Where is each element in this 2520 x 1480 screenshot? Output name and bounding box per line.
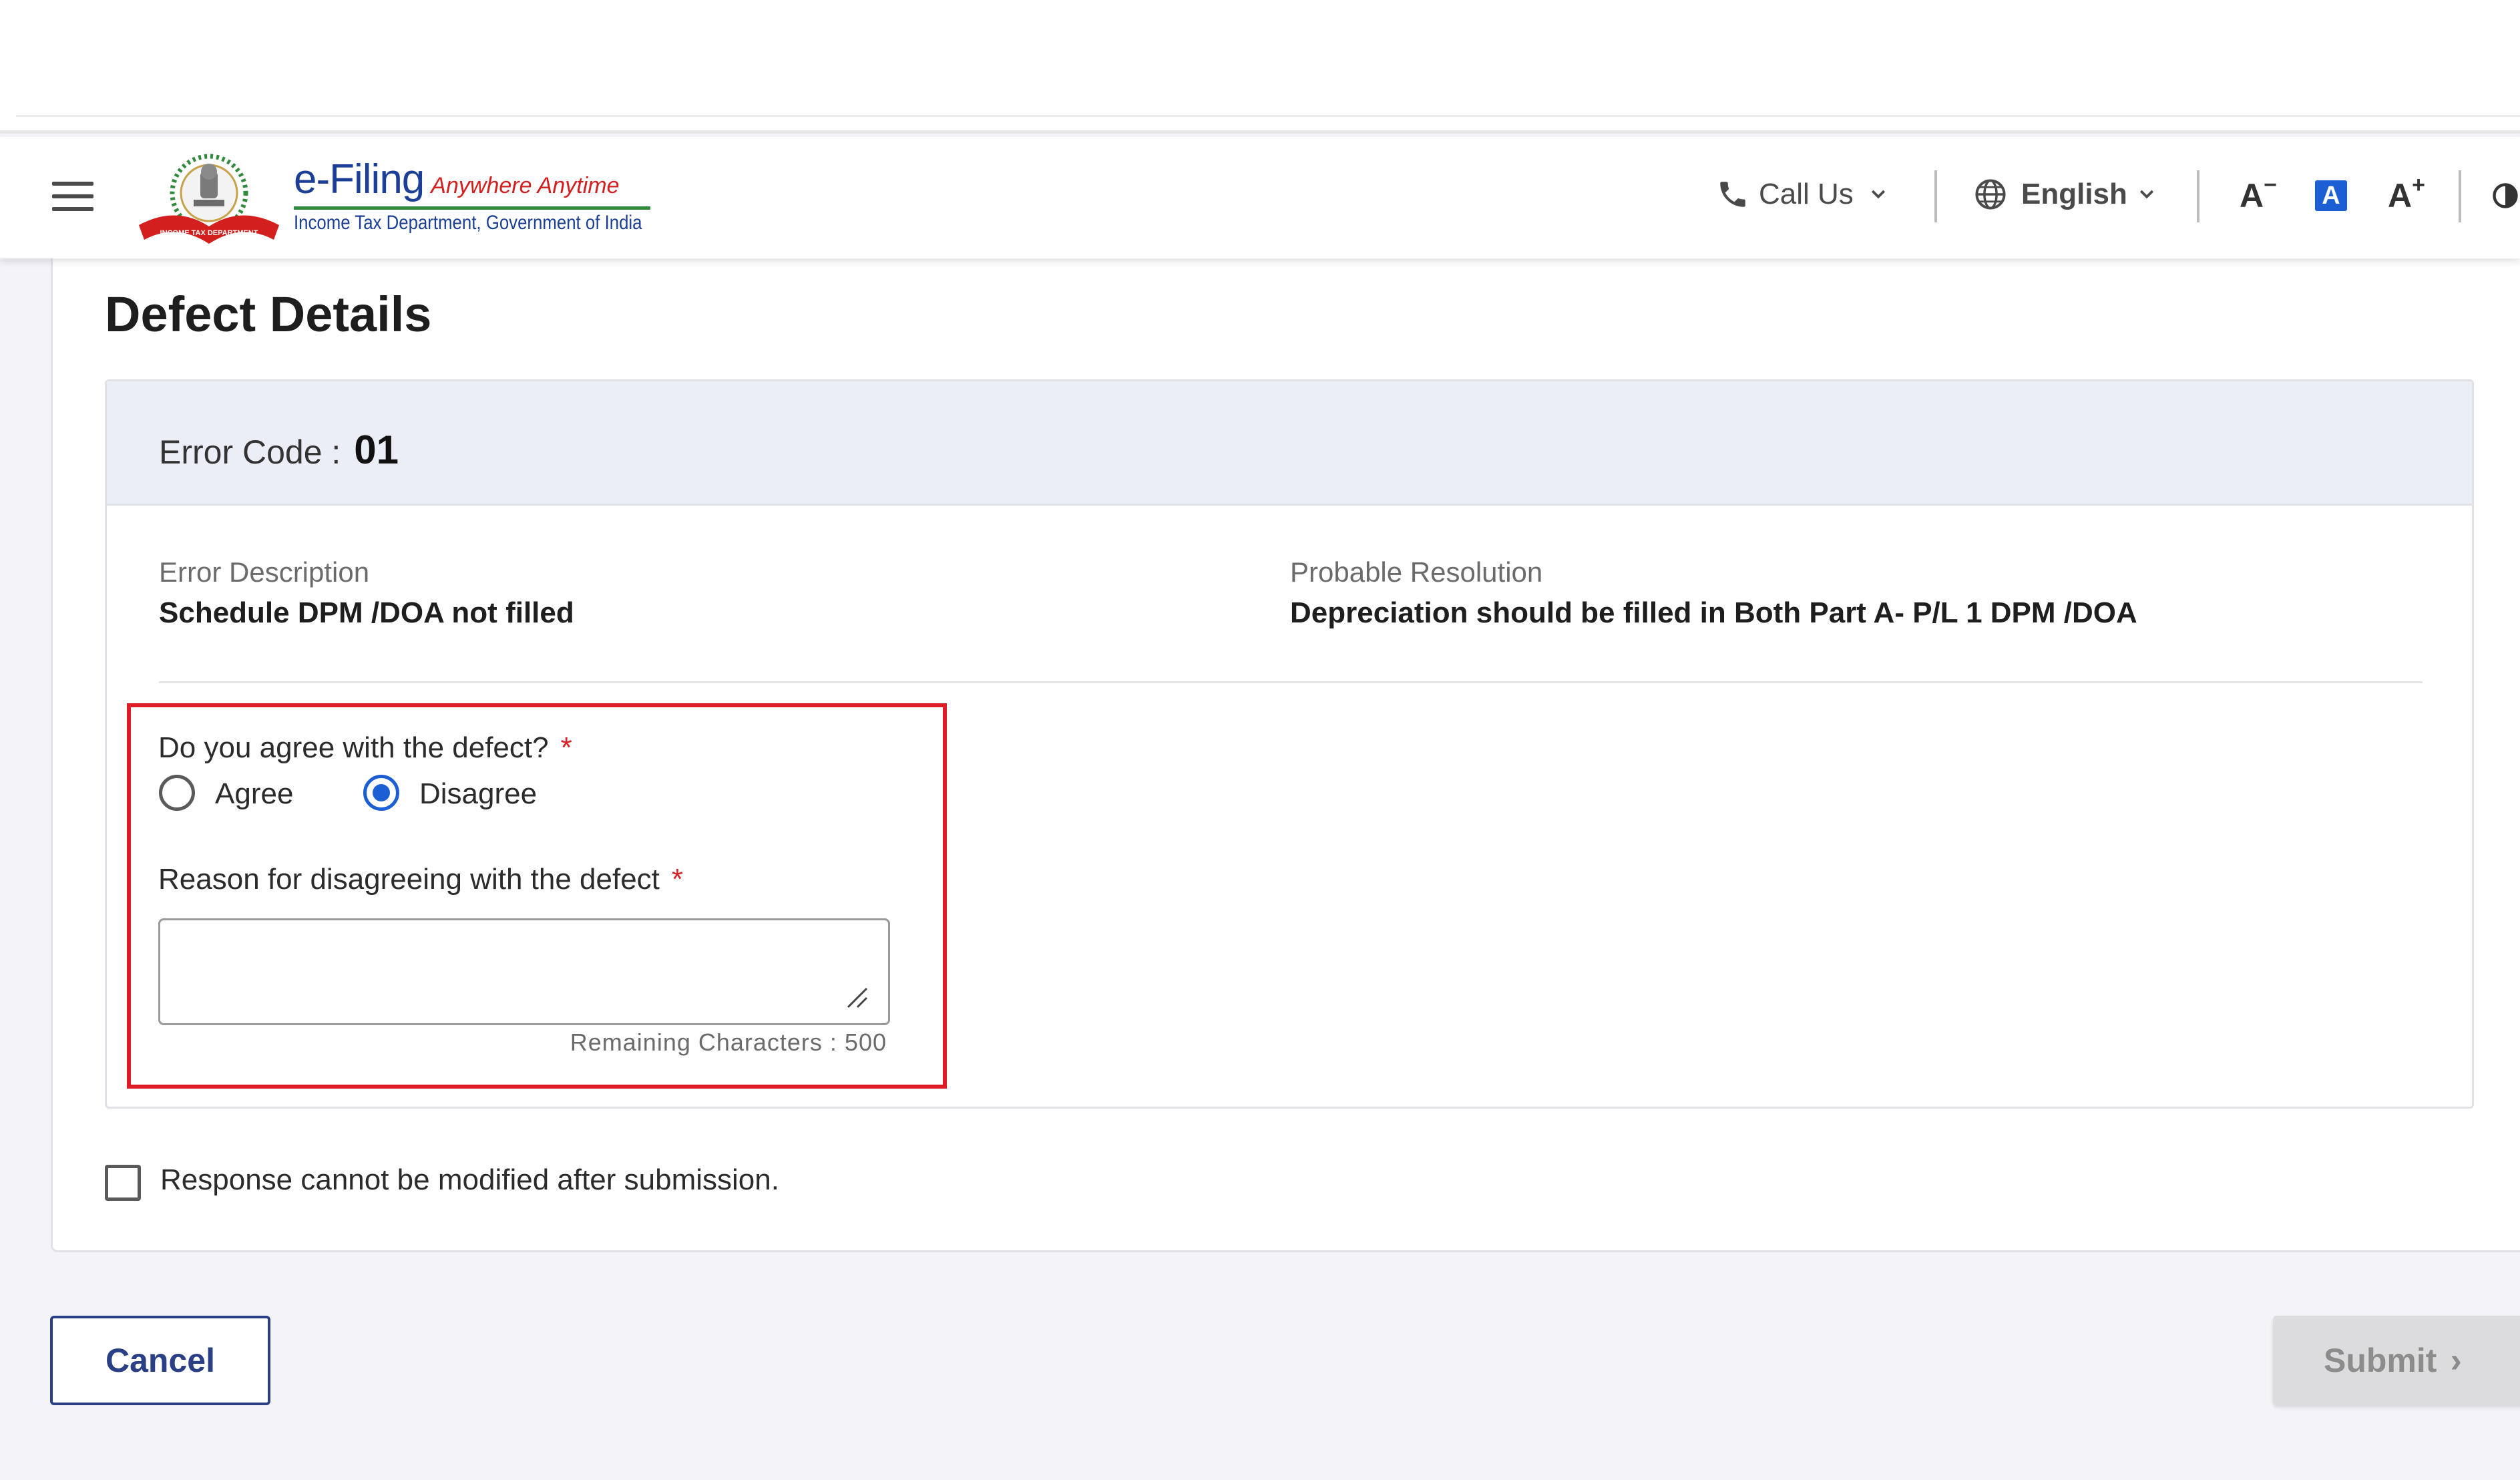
agree-question: Do you agree with the defect? * — [158, 731, 572, 765]
header-separator — [2459, 170, 2461, 222]
plus-icon: + — [2412, 172, 2425, 198]
brand-subtitle: Income Tax Department, Government of Ind… — [294, 212, 642, 234]
font-decrease-button[interactable]: A − — [2237, 172, 2280, 217]
call-us-dropdown[interactable]: Call Us — [1716, 174, 1888, 214]
menu-icon[interactable] — [52, 182, 93, 211]
brand-underline — [294, 206, 650, 210]
globe-icon — [1973, 177, 2008, 212]
header-separator — [1934, 170, 1937, 222]
required-asterisk: * — [560, 731, 572, 764]
font-decrease-label: A — [2240, 177, 2264, 214]
font-increase-label: A — [2388, 177, 2412, 214]
agree-question-label: Do you agree with the defect? — [158, 731, 549, 764]
contrast-icon — [2491, 181, 2520, 210]
disagree-radio-label[interactable]: Disagree — [419, 777, 537, 811]
reason-question: Reason for disagreeing with the defect * — [158, 863, 683, 896]
submit-label: Submit — [2324, 1342, 2437, 1379]
divider — [159, 681, 2423, 683]
error-description-value: Schedule DPM /DOA not filled — [159, 596, 574, 629]
brand-name: e-Filing — [294, 156, 425, 202]
minus-icon: − — [2264, 172, 2277, 198]
confirm-checkbox[interactable] — [105, 1165, 141, 1201]
submit-button[interactable]: Submit › — [2273, 1316, 2520, 1405]
reason-label: Reason for disagreeing with the defect — [158, 863, 660, 896]
error-description-label: Error Description — [159, 556, 370, 588]
defect-card-header: Error Code : 01 — [107, 381, 2472, 506]
phone-icon — [1716, 178, 1749, 211]
font-default-label: A — [2315, 180, 2347, 211]
agree-radio-label[interactable]: Agree — [215, 777, 293, 811]
remaining-characters: Remaining Characters : 500 — [570, 1029, 887, 1056]
probable-resolution-label: Probable Resolution — [1290, 556, 1543, 588]
emblem-logo-icon[interactable]: INCOME TAX DEPARTMENT — [136, 152, 282, 245]
brand-tagline: Anywhere Anytime — [431, 173, 620, 198]
top-divider — [16, 115, 2520, 117]
error-code: Error Code : 01 — [159, 427, 399, 473]
language-label: English — [2021, 178, 2127, 210]
language-dropdown[interactable]: English — [1973, 174, 2157, 214]
error-code-value: 01 — [354, 427, 399, 472]
browser-top-strip — [0, 0, 2520, 134]
header-separator — [2197, 170, 2199, 222]
call-us-label: Call Us — [1759, 178, 1854, 210]
resize-grip-icon[interactable] — [845, 986, 869, 1010]
font-increase-button[interactable]: A + — [2385, 172, 2428, 217]
contrast-toggle-button[interactable] — [2491, 174, 2520, 217]
site-header: INCOME TAX DEPARTMENT e-Filing Anywhere A… — [0, 137, 2520, 258]
required-asterisk: * — [671, 863, 684, 896]
chevron-down-icon — [1868, 184, 1888, 204]
cancel-button[interactable]: Cancel — [50, 1316, 270, 1405]
brand-block[interactable]: e-Filing Anywhere Anytime Income Tax Depa… — [294, 156, 654, 236]
confirm-checkbox-label[interactable]: Response cannot be modified after submis… — [160, 1163, 779, 1197]
probable-resolution-value: Depreciation should be filled in Both Pa… — [1290, 596, 2137, 629]
agree-radio[interactable] — [159, 775, 195, 811]
disagree-radio[interactable] — [363, 775, 399, 811]
emblem-ribbon-text: INCOME TAX DEPARTMENT — [160, 229, 258, 237]
chevron-down-icon — [2137, 184, 2157, 204]
error-code-label: Error Code : — [159, 433, 341, 471]
reason-textarea[interactable] — [158, 918, 890, 1025]
probable-resolution: Probable Resolution Depreciation should … — [1290, 556, 2137, 630]
font-default-button[interactable]: A — [2314, 174, 2348, 217]
error-description: Error Description Schedule DPM /DOA not … — [159, 556, 574, 630]
page-title: Defect Details — [105, 287, 432, 342]
chevron-right-icon: › — [2450, 1341, 2462, 1380]
